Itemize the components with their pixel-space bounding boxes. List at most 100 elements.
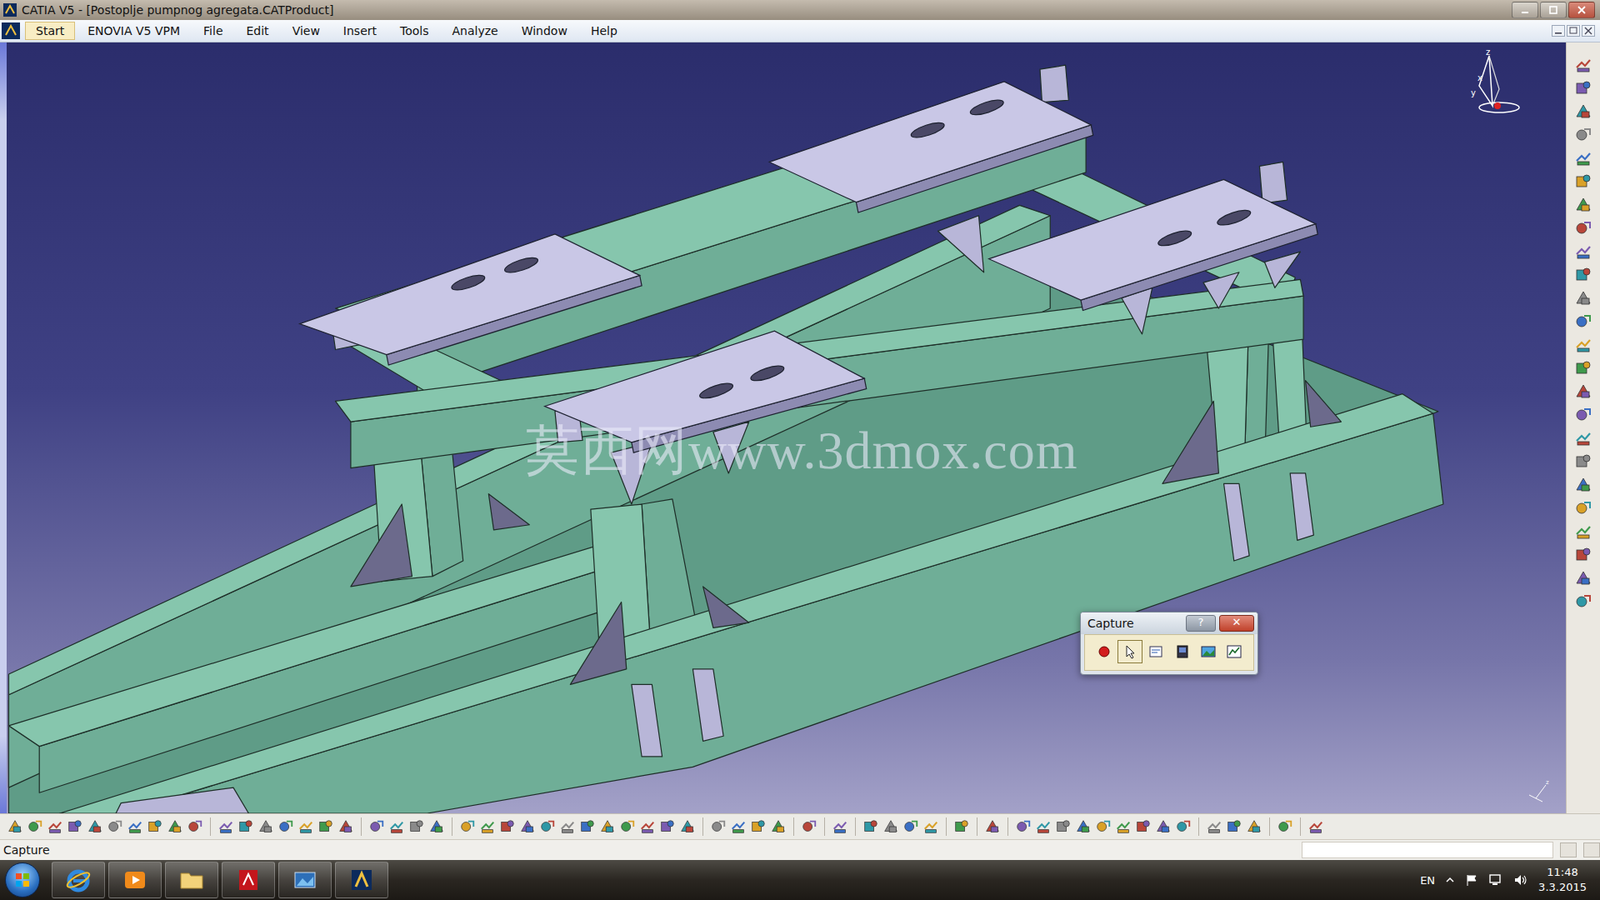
toolbar-icon[interactable]	[1175, 818, 1192, 835]
toolbar-icon[interactable]	[639, 818, 656, 835]
toolbar-icon[interactable]	[1574, 125, 1593, 145]
menu-item[interactable]: Edit	[235, 21, 280, 40]
language-indicator[interactable]: EN	[1420, 874, 1435, 887]
lug[interactable]	[1259, 161, 1287, 203]
toolbar-icon[interactable]	[730, 818, 747, 835]
image-button[interactable]	[1195, 640, 1220, 664]
toolbar-icon[interactable]	[659, 818, 676, 835]
menu-item[interactable]: Analyze	[441, 21, 510, 40]
toolbar-icon[interactable]	[66, 818, 84, 835]
gusset[interactable]	[937, 215, 984, 273]
toolbar-icon[interactable]	[599, 818, 616, 835]
menu-item[interactable]: File	[192, 21, 234, 40]
doc-close-icon[interactable]	[1581, 25, 1595, 37]
toolbar-icon[interactable]	[1135, 818, 1152, 835]
toolbar-icon[interactable]	[1574, 569, 1593, 588]
toolbar-icon[interactable]	[1115, 818, 1132, 835]
toolbar-icon[interactable]	[750, 818, 767, 835]
gusset[interactable]	[610, 442, 652, 505]
front-beam-flange[interactable]	[60, 394, 1434, 814]
toolbar-icon[interactable]	[831, 818, 849, 835]
toolbar-icon[interactable]	[1574, 55, 1593, 75]
dialog-close-button[interactable]: ✕	[1219, 615, 1255, 632]
toolbar-icon[interactable]	[479, 818, 496, 835]
gusset[interactable]	[570, 601, 626, 685]
save-capture-button[interactable]	[1222, 640, 1247, 664]
help-button[interactable]: ?	[1185, 615, 1216, 632]
taskbar-app[interactable]	[108, 861, 162, 899]
leg-strip[interactable]	[1224, 483, 1250, 561]
gusset[interactable]	[1265, 251, 1301, 288]
toolbar-icon[interactable]	[46, 818, 64, 835]
menu-item[interactable]: Window	[510, 21, 579, 40]
frame-model[interactable]	[6, 42, 1566, 814]
toolbar-icon[interactable]	[126, 818, 144, 835]
gusset[interactable]	[703, 586, 750, 628]
toolbar-icon[interactable]	[800, 818, 818, 835]
gusset[interactable]	[488, 494, 530, 530]
lug[interactable]	[1040, 65, 1069, 103]
toolbar-icon[interactable]	[277, 818, 295, 835]
toolbar-icon[interactable]	[559, 818, 576, 835]
toolbar-icon[interactable]	[217, 818, 235, 835]
network-icon[interactable]	[1488, 873, 1504, 887]
toolbar-icon[interactable]	[882, 818, 900, 835]
toolbar-icon[interactable]	[539, 818, 556, 835]
toolbar-icon[interactable]	[186, 818, 204, 835]
toolbar-icon[interactable]	[1574, 219, 1593, 238]
taskbar-app[interactable]	[165, 861, 219, 899]
toolbar-icon[interactable]	[26, 818, 44, 835]
leg-strip[interactable]	[631, 684, 663, 757]
toolbar-icon[interactable]	[1574, 265, 1593, 285]
toolbar-icon[interactable]	[1574, 242, 1593, 261]
toolbar-icon[interactable]	[1055, 818, 1072, 835]
clock[interactable]: 11:483.3.2015	[1538, 865, 1587, 895]
toolbar-icon[interactable]	[1574, 405, 1593, 425]
toolbar-icon[interactable]	[1095, 818, 1112, 835]
mounting-plate[interactable]	[300, 234, 642, 365]
toolbar-icon[interactable]	[770, 818, 787, 835]
toolbar-icon[interactable]	[1574, 289, 1593, 308]
status-button[interactable]	[1560, 842, 1577, 858]
toolbar-icon[interactable]	[1574, 545, 1593, 565]
toolbar-icon[interactable]	[1035, 818, 1052, 835]
compass-icon[interactable]: zyx	[1455, 47, 1526, 123]
mounting-plate[interactable]	[545, 330, 867, 453]
toolbar-icon[interactable]	[428, 818, 445, 835]
toolbar-icon[interactable]	[297, 818, 315, 835]
mounting-plate[interactable]	[989, 179, 1319, 310]
gusset[interactable]	[1305, 380, 1342, 428]
toolbar-icon[interactable]	[1574, 79, 1593, 98]
toolbar-icon[interactable]	[519, 818, 536, 835]
menu-item[interactable]: Tools	[389, 21, 440, 40]
toolbar-icon[interactable]	[106, 818, 124, 835]
album-button[interactable]	[1170, 640, 1195, 664]
status-button[interactable]	[1583, 842, 1600, 858]
select-mode-button[interactable]	[1117, 640, 1142, 664]
toolbar-icon[interactable]	[6, 818, 24, 835]
start-button[interactable]	[5, 862, 40, 898]
toolbar-icon[interactable]	[710, 818, 727, 835]
toolbar-icon[interactable]	[1574, 592, 1593, 611]
left-scrollbar[interactable]	[0, 42, 7, 814]
menu-item[interactable]: Help	[580, 21, 629, 40]
toolbar-icon[interactable]	[1015, 818, 1032, 835]
leg-strip[interactable]	[1290, 473, 1314, 540]
toolbar-icon[interactable]	[862, 818, 880, 835]
minimize-button[interactable]	[1511, 1, 1539, 19]
options-button[interactable]	[1144, 640, 1169, 664]
doc-restore-icon[interactable]	[1566, 25, 1580, 37]
toolbar-icon[interactable]	[679, 818, 696, 835]
toolbar-icon[interactable]	[1574, 452, 1593, 471]
toolbar-icon[interactable]	[388, 818, 405, 835]
toolbar-icon[interactable]	[1574, 312, 1593, 331]
toolbar-icon[interactable]	[368, 818, 385, 835]
toolbar-icon[interactable]	[1574, 172, 1593, 191]
toolbar-icon[interactable]	[317, 818, 335, 835]
doc-minimize-icon[interactable]	[1551, 25, 1565, 37]
flag-icon[interactable]	[1465, 873, 1479, 887]
toolbar-icon[interactable]	[1225, 818, 1243, 835]
toolbar-icon[interactable]	[984, 818, 1001, 835]
gusset[interactable]	[1203, 272, 1240, 309]
document-icon[interactable]	[1, 22, 20, 40]
